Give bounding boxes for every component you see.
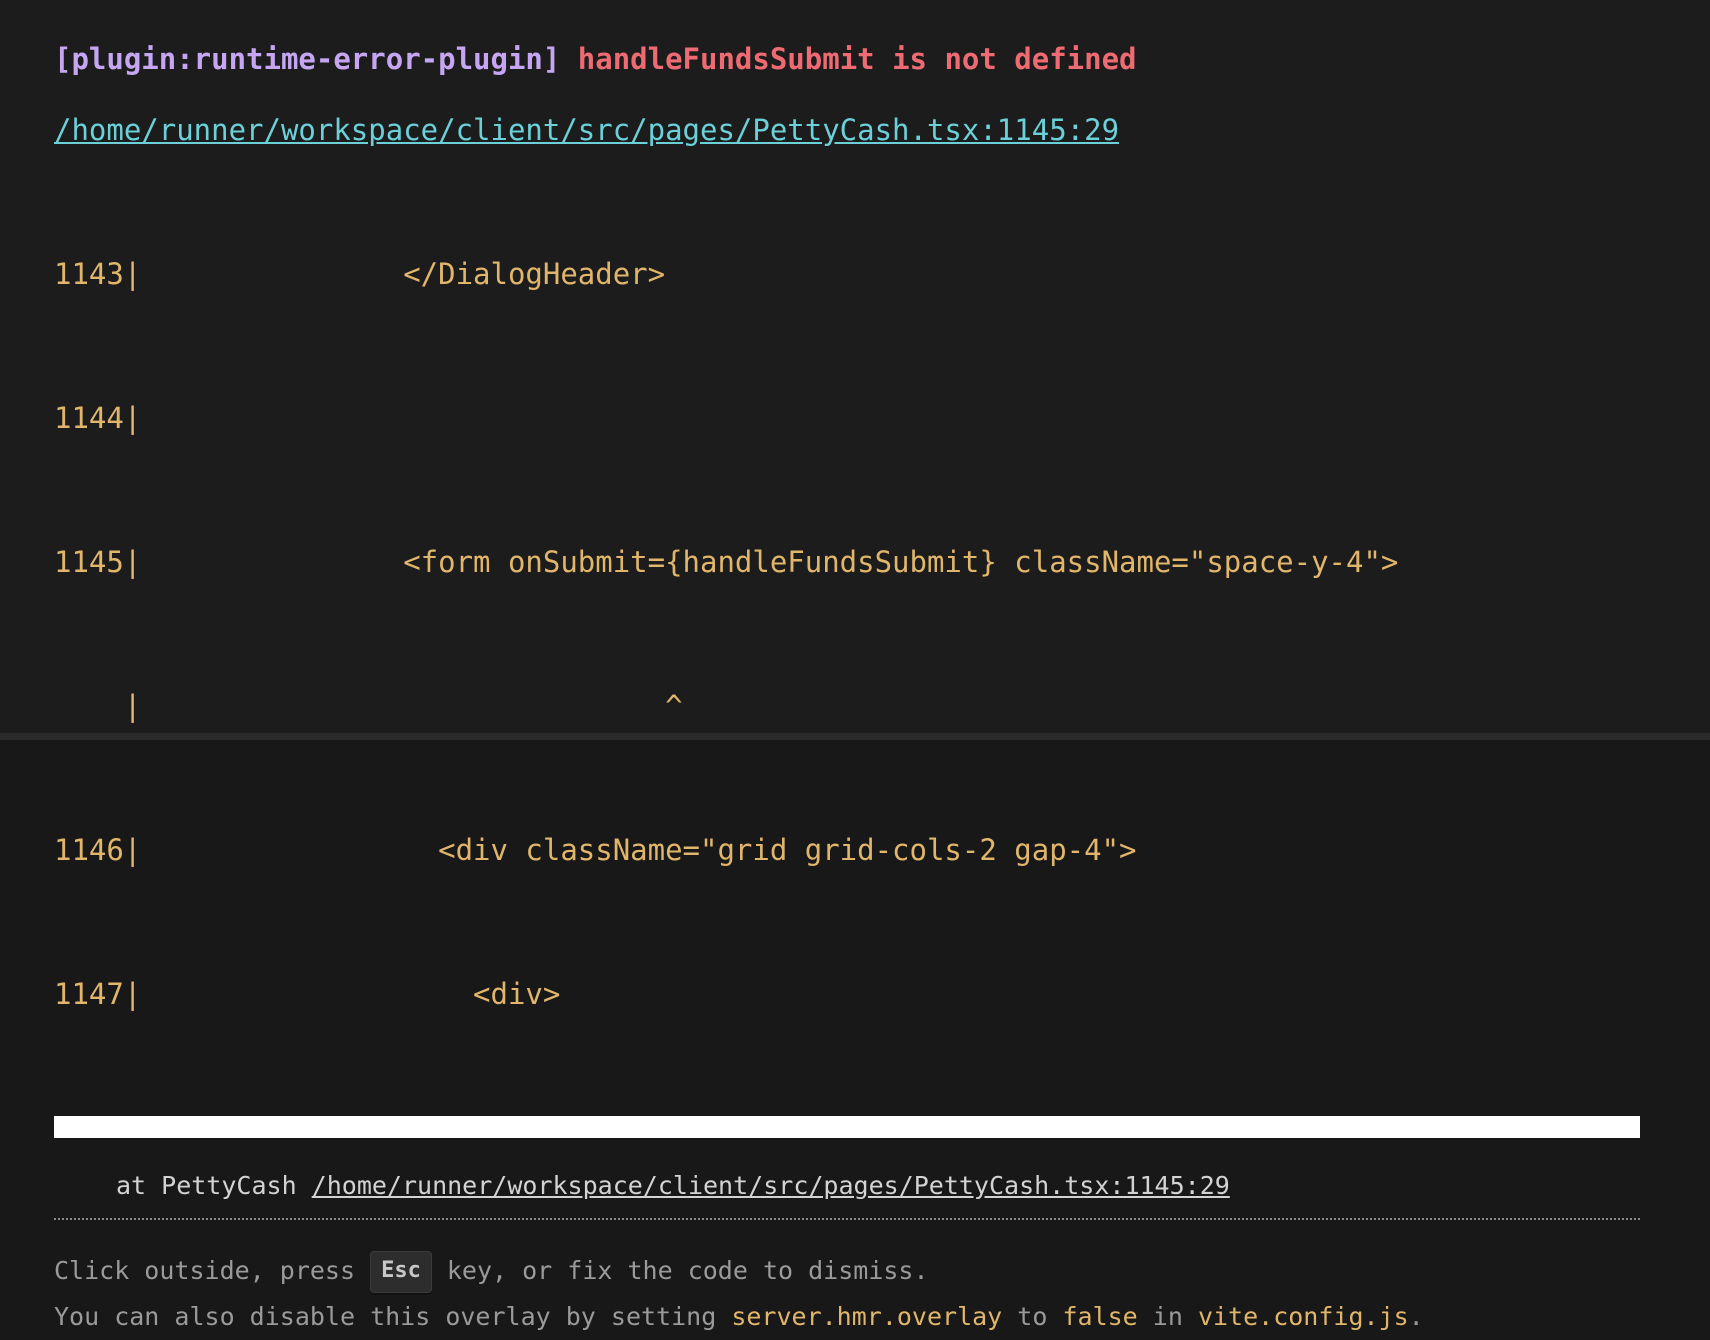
bottom-strip [0, 733, 1710, 740]
esc-key: Esc [370, 1251, 432, 1293]
code-frame: 1143| </DialogHeader> 1144| 1145| <form … [54, 154, 1656, 1114]
stack-file-link[interactable]: /home/runner/workspace/client/src/pages/… [312, 1171, 1230, 1200]
code-line-error: 1145| <form onSubmit={handleFundsSubmit}… [54, 545, 1399, 579]
stack-prefix: at PettyCash [116, 1171, 312, 1200]
config-key-code: server.hmr.overlay [731, 1302, 1003, 1331]
false-code: false [1062, 1302, 1138, 1331]
code-line: 1143| </DialogHeader> [54, 257, 666, 291]
dotted-divider [54, 1218, 1640, 1220]
plugin-label: [plugin:runtime-error-plugin] [54, 42, 561, 76]
tip-line-1: Click outside, press Esc key, or fix the… [54, 1248, 1656, 1294]
tip-text: key, or fix the code to dismiss. [431, 1256, 929, 1285]
stack-trace: at PettyCash /home/runner/workspace/clie… [54, 1166, 1656, 1206]
code-line: 1144| [54, 401, 142, 435]
code-line: 1147| <div> [54, 977, 561, 1011]
dismiss-tip: Click outside, press Esc key, or fix the… [54, 1248, 1656, 1340]
tip-text: in [1137, 1302, 1198, 1331]
tip-text: . [1408, 1302, 1424, 1331]
error-message: handleFundsSubmit is not defined [577, 42, 1137, 76]
tip-text: to [1002, 1302, 1063, 1331]
error-overlay[interactable]: [plugin:runtime-error-plugin] handleFund… [0, 0, 1710, 1331]
code-caret-line: | ^ [54, 689, 683, 723]
error-file-link[interactable]: /home/runner/workspace/client/src/pages/… [54, 110, 1119, 150]
config-file-code: vite.config.js [1197, 1302, 1409, 1331]
tip-text: Click outside, press [54, 1256, 371, 1285]
tip-line-2: You can also disable this overlay by set… [54, 1294, 1656, 1340]
frame-separator-bar [54, 1116, 1640, 1138]
code-line: 1146| <div className="grid grid-cols-2 g… [54, 833, 1137, 867]
error-header: [plugin:runtime-error-plugin] handleFund… [54, 34, 1656, 84]
tip-text: You can also disable this overlay by set… [54, 1302, 732, 1331]
